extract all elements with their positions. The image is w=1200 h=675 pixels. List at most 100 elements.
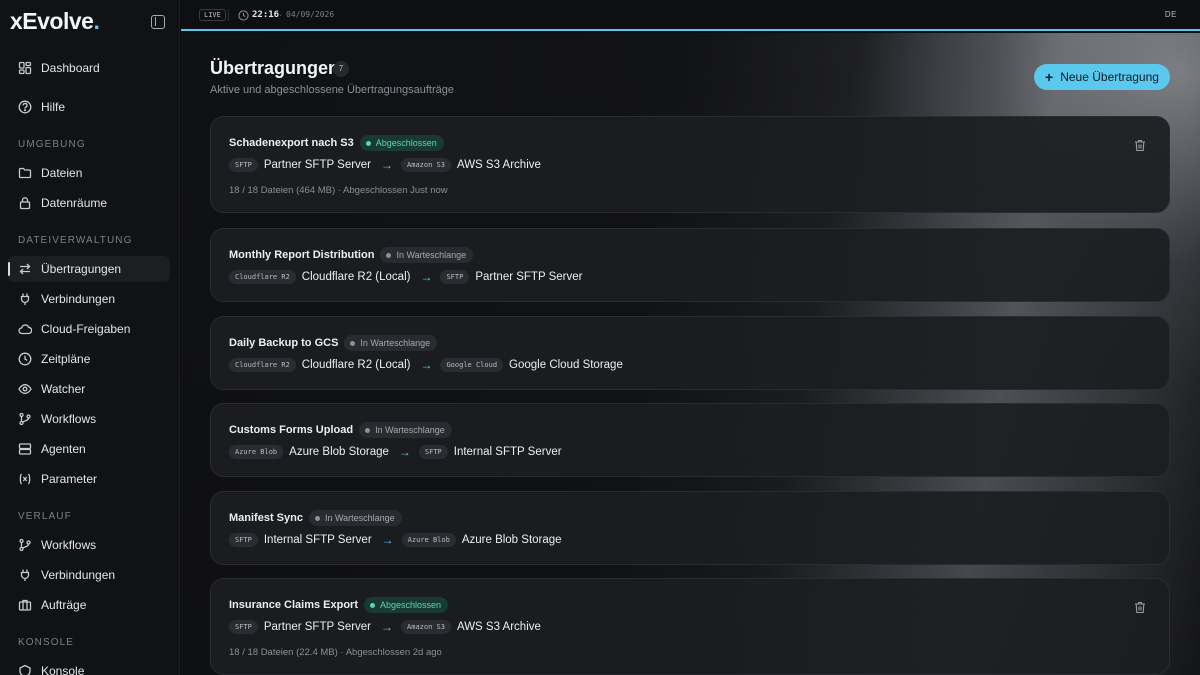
transfer-name: Daily Backup to GCS — [229, 337, 339, 349]
sidebar-item-auftraege[interactable]: Aufträge — [8, 592, 170, 618]
sidebar-item-datenraeume[interactable]: Datenräume — [8, 190, 170, 216]
sidebar-item-zeitplaene[interactable]: Zeitpläne — [8, 346, 170, 372]
plus-icon: + — [1045, 69, 1054, 85]
status-badge: Abgeschlossen — [359, 135, 444, 151]
transfer-name: Schadenexport nach S3 — [229, 137, 354, 149]
transfer-title-row: Insurance Claims Export Abgeschlossen — [229, 597, 449, 613]
sidebar-item-verbindungen[interactable]: Verbindungen — [8, 286, 170, 312]
target-endpoint: Partner SFTP Server — [475, 271, 583, 283]
sidebar: xEvolve. Dashboard Hilfe UMGEBUNG Dateie… — [0, 0, 180, 675]
transfer-card[interactable]: Customs Forms Upload In Warteschlange Az… — [210, 403, 1170, 477]
trash-icon[interactable] — [1134, 601, 1146, 614]
sidebar-item-label: Watcher — [41, 382, 86, 396]
dashboard-icon — [18, 61, 32, 75]
sidebar-item-parameter[interactable]: Parameter — [8, 466, 170, 492]
target-type-tag: Azure Blob — [401, 533, 456, 547]
source-type-tag: SFTP — [229, 533, 258, 547]
sidebar-collapse-icon[interactable] — [151, 15, 165, 29]
target-endpoint: AWS S3 Archive — [456, 159, 541, 171]
source-type-tag: SFTP — [229, 158, 258, 172]
transfer-card[interactable]: Schadenexport nach S3 Abgeschlossen SFTP… — [210, 116, 1170, 213]
new-transfer-label: Neue Übertragung — [1060, 70, 1159, 84]
status-dot-icon — [370, 602, 375, 608]
status-badge: In Warteschlange — [344, 335, 438, 351]
source-endpoint: Partner SFTP Server — [263, 159, 372, 171]
status-badge: In Warteschlange — [308, 510, 402, 526]
target-endpoint: AWS S3 Archive — [456, 621, 541, 633]
status-badge: Abgeschlossen — [364, 597, 449, 613]
source-type-tag: Cloudflare R2 — [229, 358, 296, 372]
transfer-title-row: Manifest Sync In Warteschlange — [229, 510, 402, 526]
target-endpoint: Internal SFTP Server — [453, 446, 562, 458]
new-transfer-button[interactable]: + Neue Übertragung — [1034, 64, 1170, 90]
transfer-card[interactable]: Monthly Report Distribution In Warteschl… — [210, 228, 1170, 302]
sidebar-item-label: Dashboard — [41, 61, 100, 75]
source-type-tag: SFTP — [229, 620, 258, 634]
section-label-umgebung: UMGEBUNG — [18, 139, 86, 150]
sidebar-item-dashboard[interactable]: Dashboard — [8, 55, 170, 81]
target-type-tag: Amazon S3 — [401, 620, 451, 634]
status-dot-icon — [350, 340, 356, 346]
sidebar-item-help[interactable]: Hilfe — [8, 94, 170, 120]
sidebar-item-agenten[interactable]: Agenten — [8, 436, 170, 462]
help-icon — [18, 100, 32, 114]
arrow-right-icon: → — [381, 158, 394, 172]
target-type-tag: SFTP — [440, 270, 470, 284]
sidebar-item-label: Parameter — [41, 472, 98, 486]
sidebar-item-dateien[interactable]: Dateien — [8, 160, 170, 186]
sidebar-item-history-verbindungen[interactable]: Verbindungen — [8, 562, 170, 588]
workflow-icon — [18, 412, 32, 426]
transfer-route: SFTP Partner SFTP Server → Amazon S3 AWS… — [229, 158, 543, 172]
transfer-name: Insurance Claims Export — [229, 599, 358, 611]
transfer-card[interactable]: Insurance Claims Export Abgeschlossen SF… — [210, 578, 1170, 675]
main-content: Übertragungen 7 Aktive und abgeschlossen… — [181, 33, 1200, 675]
transfer-route: SFTP Partner SFTP Server → Amazon S3 AWS… — [229, 620, 543, 634]
transfer-title-row: Daily Backup to GCS In Warteschlange — [229, 335, 438, 351]
arrow-right-icon: → — [381, 620, 394, 634]
source-endpoint: Internal SFTP Server — [263, 534, 372, 546]
section-label-dateiverwaltung: DATEIVERWALTUNG — [18, 235, 133, 246]
cloud-icon — [18, 322, 32, 336]
sidebar-item-uebertragungen[interactable]: Übertragungen — [8, 256, 170, 282]
sidebar-item-label: Konsole — [41, 664, 85, 675]
arrow-right-icon: → — [381, 533, 394, 547]
brand-logo[interactable]: xEvolve. — [10, 8, 100, 35]
sidebar-item-workflows[interactable]: Workflows — [8, 406, 170, 432]
language-switcher[interactable]: DE — [1165, 10, 1177, 19]
sidebar-item-konsole[interactable]: Konsole — [8, 658, 170, 675]
sidebar-item-history-workflows[interactable]: Workflows — [8, 532, 170, 558]
status-label: In Warteschlange — [360, 338, 431, 348]
status-dot-icon — [314, 515, 320, 521]
sidebar-item-watcher[interactable]: Watcher — [8, 376, 170, 402]
sidebar-item-label: Dateien — [41, 166, 83, 180]
transfer-card[interactable]: Daily Backup to GCS In Warteschlange Clo… — [210, 316, 1170, 390]
status-label: In Warteschlange — [396, 250, 467, 260]
sidebar-item-label: Workflows — [41, 412, 97, 426]
briefcase-icon — [18, 598, 32, 612]
status-dot-icon — [365, 427, 371, 433]
status-dot-icon — [365, 140, 371, 146]
clock-time: 22:16 — [252, 10, 280, 20]
top-bar: LIVE 22:16 · 04/09/2026 DE — [181, 0, 1200, 31]
sidebar-item-label: Verbindungen — [41, 568, 116, 582]
transfer-title-row: Monthly Report Distribution In Warteschl… — [229, 247, 474, 263]
variable-icon — [18, 472, 32, 486]
arrow-right-icon: → — [398, 445, 411, 459]
transfer-icon — [18, 262, 32, 276]
transfer-count-badge: 7 — [333, 61, 349, 77]
status-label: In Warteschlange — [375, 425, 445, 435]
transfer-card[interactable]: Manifest Sync In Warteschlange SFTP Inte… — [210, 491, 1170, 565]
section-label-verlauf: VERLAUF — [18, 511, 72, 522]
trash-icon[interactable] — [1134, 139, 1146, 152]
sidebar-item-cloud-freigaben[interactable]: Cloud-Freigaben — [8, 316, 170, 342]
status-badge: In Warteschlange — [359, 422, 452, 438]
clock-icon — [238, 10, 249, 21]
target-endpoint: Google Cloud Storage — [509, 359, 623, 371]
arrow-right-icon: → — [420, 358, 433, 372]
sidebar-item-label: Cloud-Freigaben — [41, 322, 131, 336]
status-label: In Warteschlange — [324, 513, 395, 523]
transfer-route: SFTP Internal SFTP Server → Azure Blob A… — [229, 533, 564, 547]
sidebar-item-label: Verbindungen — [41, 292, 116, 306]
live-badge: LIVE — [199, 9, 226, 21]
transfer-route: Azure Blob Azure Blob Storage → SFTP Int… — [229, 445, 564, 459]
